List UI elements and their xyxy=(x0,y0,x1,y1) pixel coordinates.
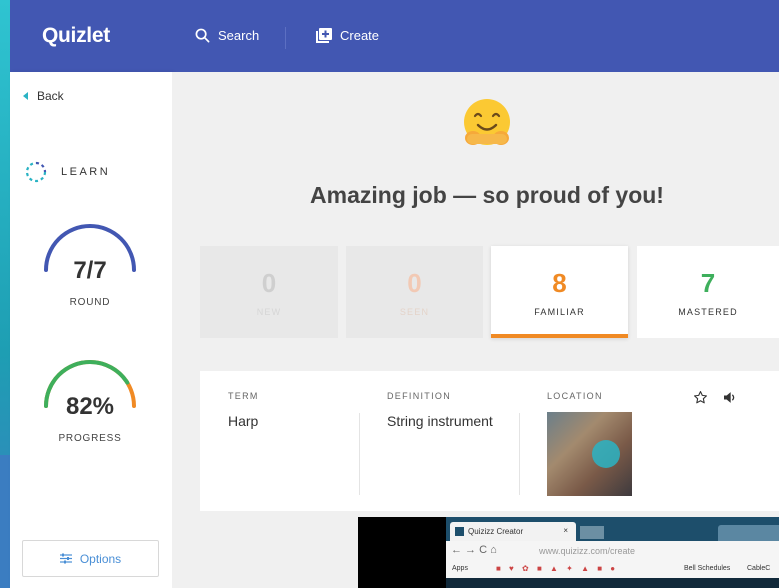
round-gauge: 7/7 ROUND xyxy=(40,224,140,308)
browser-address-bar: ← → C ⌂ www.quizizz.com/create xyxy=(446,541,779,561)
browser-content xyxy=(446,578,779,588)
location-header: LOCATION xyxy=(547,391,603,401)
options-button[interactable]: Options xyxy=(22,540,159,577)
back-button[interactable]: Back xyxy=(23,89,64,103)
stat-new-label: NEW xyxy=(256,307,282,317)
search-label: Search xyxy=(218,28,260,43)
stat-familiar-label: FAMILIAR xyxy=(534,307,585,317)
browser-url[interactable]: www.quizizz.com/create xyxy=(539,546,635,556)
browser-tab-strip: Quizizz Creator × xyxy=(446,517,779,541)
progress-gauge: 82% PROGRESS xyxy=(40,360,140,444)
url-host: www.quizizz.com xyxy=(539,546,608,556)
search-icon xyxy=(195,28,210,43)
header-divider xyxy=(285,27,286,49)
progress-label: PROGRESS xyxy=(58,433,122,444)
completion-headline: Amazing job — so proud of you! xyxy=(310,182,664,208)
stat-familiar-value: 8 xyxy=(552,268,567,298)
browser-window-corner xyxy=(718,525,779,541)
main-content: Amazing job — so proud of you! 0 NEW 0 S… xyxy=(172,72,779,588)
stat-mastered-label: MASTERED xyxy=(678,307,738,317)
definition-value: String instrument xyxy=(387,413,493,429)
learn-icon xyxy=(25,161,47,183)
quizlet-logo[interactable]: Quizlet xyxy=(42,24,110,48)
tab-close-icon[interactable]: × xyxy=(563,526,568,535)
hugging-face-emoji-icon xyxy=(464,99,510,145)
left-edge-band xyxy=(0,455,10,588)
options-label: Options xyxy=(79,551,122,566)
back-arrow-icon xyxy=(23,92,28,100)
stat-mastered[interactable]: 7 MASTERED xyxy=(637,246,779,338)
bookmark-apps[interactable]: Apps xyxy=(452,565,468,572)
browser-tab-title: Quizizz Creator xyxy=(468,527,524,536)
browser-nav-buttons-icon[interactable]: ← → C ⌂ xyxy=(451,544,497,556)
stat-mastered-value: 7 xyxy=(700,268,716,298)
stat-seen-value: 0 xyxy=(407,268,422,298)
overlay-black-region xyxy=(358,517,448,588)
search-button[interactable]: Search xyxy=(195,28,259,43)
create-plus-icon xyxy=(316,28,332,43)
round-value: 7/7 xyxy=(73,257,107,284)
location-image xyxy=(547,412,632,496)
bookmark-bell-schedules[interactable]: Bell Schedules xyxy=(684,565,730,572)
star-icon[interactable] xyxy=(693,390,708,405)
term-header: TERM xyxy=(228,391,259,401)
stat-new-value: 0 xyxy=(261,268,277,298)
overlay-browser-window: Quizizz Creator × ← → C ⌂ www.quizizz.co… xyxy=(446,517,779,588)
stat-seen-label: SEEN xyxy=(399,307,430,317)
quizizz-favicon-icon xyxy=(455,527,464,536)
stat-seen: 0 SEEN xyxy=(346,246,483,338)
image-logo-mark-icon xyxy=(592,440,620,468)
definition-header: DEFINITION xyxy=(387,391,451,401)
term-card: TERM DEFINITION LOCATION Harp String ins… xyxy=(200,371,779,511)
create-button[interactable]: Create xyxy=(316,28,379,43)
speaker-icon[interactable] xyxy=(722,390,738,405)
new-tab-button[interactable] xyxy=(580,526,604,539)
create-label: Create xyxy=(340,28,380,43)
back-label: Back xyxy=(37,89,64,103)
round-label: ROUND xyxy=(69,297,111,308)
column-separator xyxy=(359,413,360,495)
sliders-icon xyxy=(59,553,72,564)
learn-mode-indicator: LEARN xyxy=(25,161,110,183)
bookmarks-bar: Apps ■ ♥ ✿ ■ ▲ ✦ ▲ ■ ● Bell Schedules Ca… xyxy=(446,561,779,578)
sidebar: Back LEARN 7/7 ROUND 82% PROGRESS Option… xyxy=(10,72,172,588)
browser-tab[interactable]: Quizizz Creator × xyxy=(450,522,576,541)
learn-label: LEARN xyxy=(61,166,111,178)
progress-value: 82% xyxy=(65,393,115,420)
stat-familiar[interactable]: 8 FAMILIAR xyxy=(491,246,628,338)
bookmark-icons: ■ ♥ ✿ ■ ▲ ✦ ▲ ■ ● xyxy=(496,564,619,573)
stat-new: 0 NEW xyxy=(200,246,338,338)
term-value: Harp xyxy=(228,413,259,429)
bookmark-cable[interactable]: CableC xyxy=(747,565,770,572)
url-path: /create xyxy=(607,546,636,556)
top-header: Quizlet Search Create xyxy=(10,0,779,72)
column-separator xyxy=(519,413,520,495)
